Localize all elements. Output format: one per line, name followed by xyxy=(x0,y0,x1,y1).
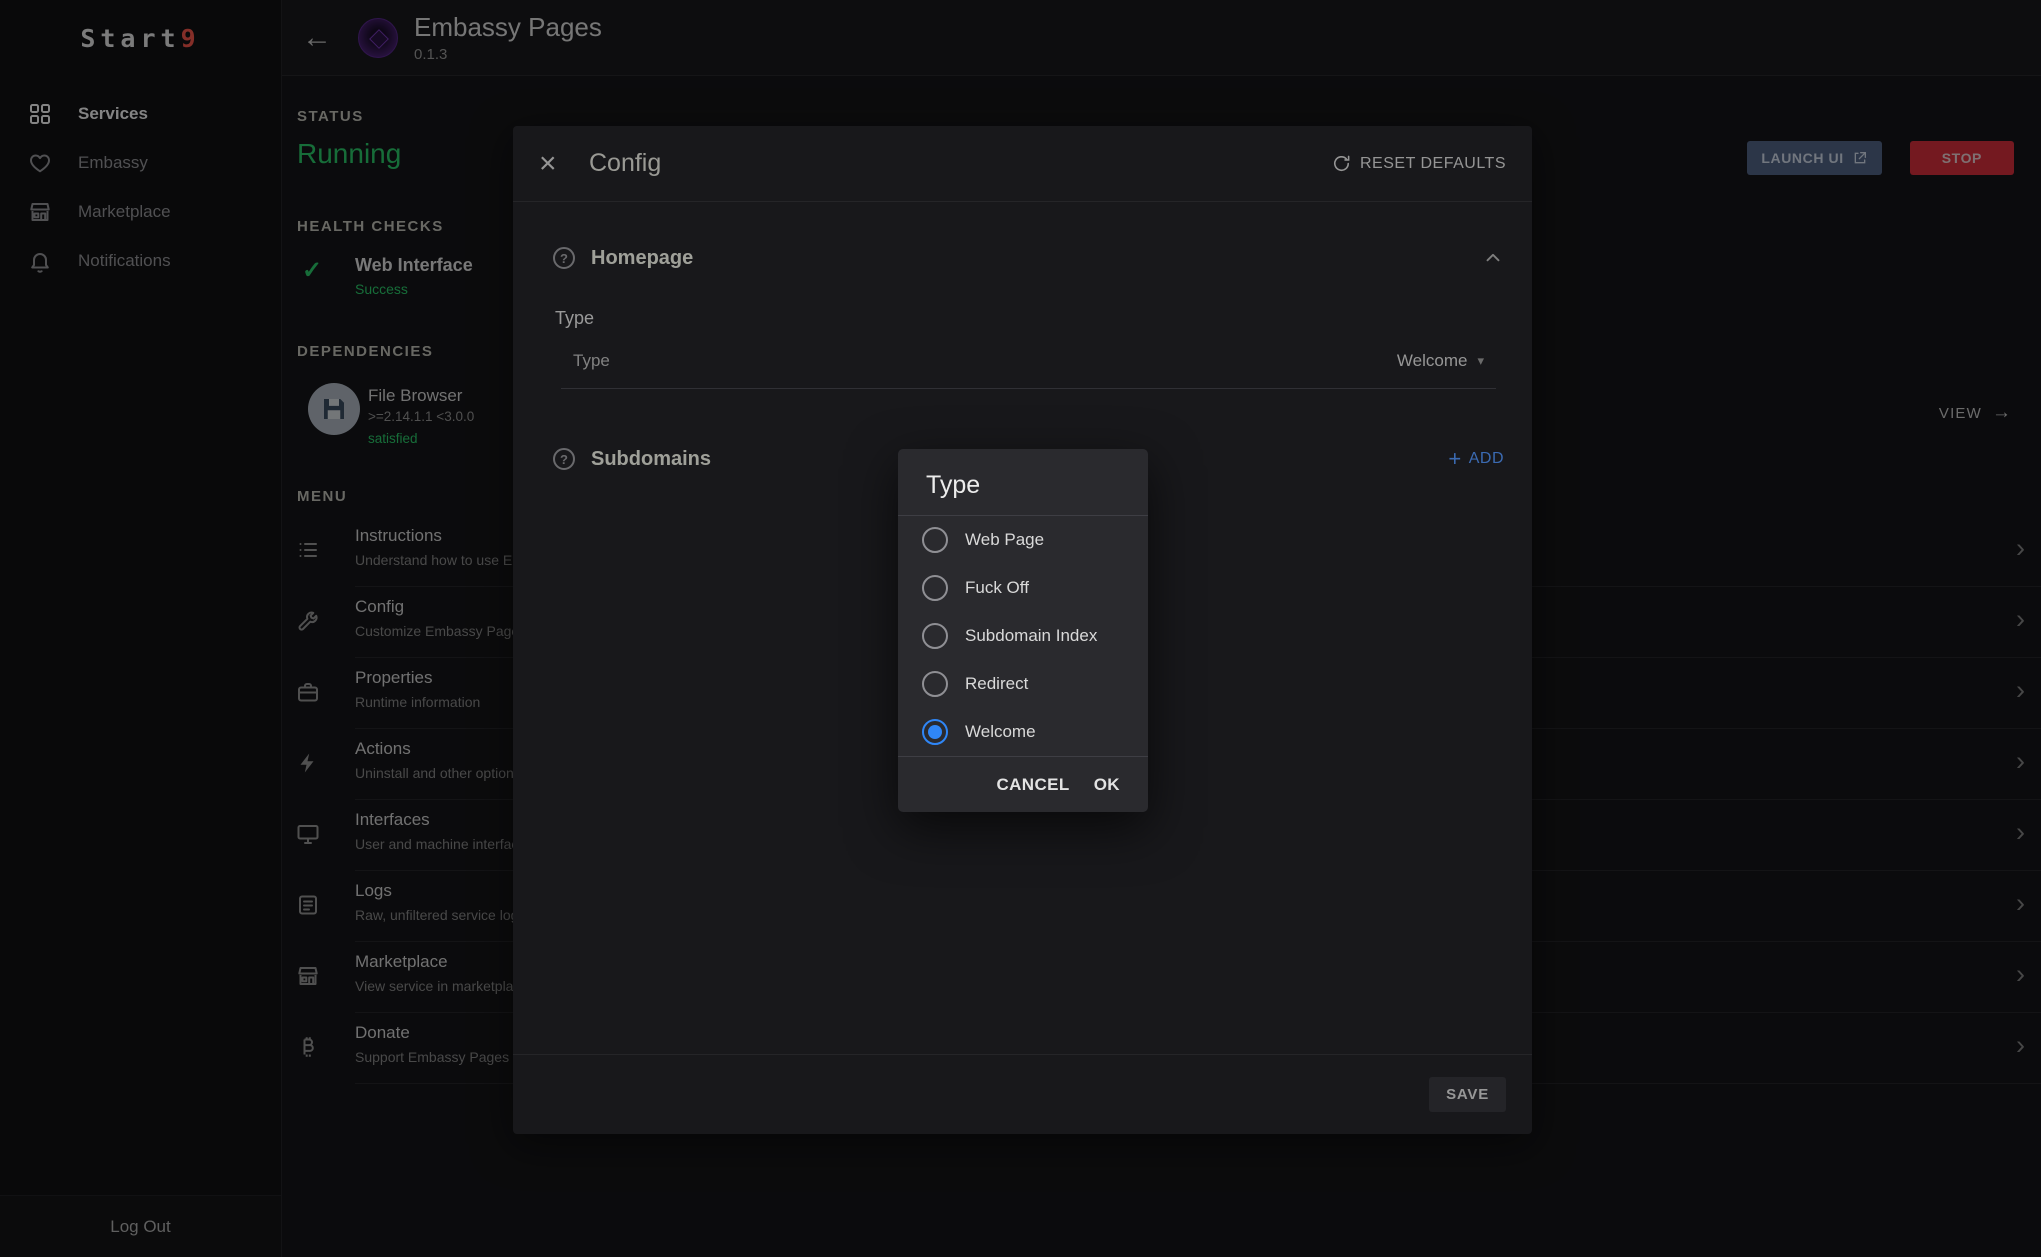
radio-icon xyxy=(922,527,948,553)
radio-icon xyxy=(922,671,948,697)
type-select-dialog: Type Web Page Fuck Off Subdomain Index R… xyxy=(898,449,1148,812)
radio-option-label: Redirect xyxy=(965,674,1028,694)
radio-option-fuck-off[interactable]: Fuck Off xyxy=(898,564,1148,612)
radio-option-redirect[interactable]: Redirect xyxy=(898,660,1148,708)
radio-icon xyxy=(922,623,948,649)
cancel-button[interactable]: CANCEL xyxy=(984,767,1081,803)
radio-icon xyxy=(922,575,948,601)
radio-selected-icon xyxy=(922,719,948,745)
type-dialog-buttons: CANCEL OK xyxy=(898,757,1148,812)
type-option-list: Web Page Fuck Off Subdomain Index Redire… xyxy=(898,515,1148,757)
radio-option-label: Fuck Off xyxy=(965,578,1029,598)
radio-option-web-page[interactable]: Web Page xyxy=(898,516,1148,564)
radio-option-label: Welcome xyxy=(965,722,1036,742)
radio-option-label: Subdomain Index xyxy=(965,626,1097,646)
radio-option-welcome[interactable]: Welcome xyxy=(898,708,1148,756)
embassy-os-screen: Start9 Services Embassy Marketplace Noti… xyxy=(0,0,2041,1257)
radio-option-label: Web Page xyxy=(965,530,1044,550)
type-dialog-title: Type xyxy=(898,449,1148,515)
radio-option-subdomain-index[interactable]: Subdomain Index xyxy=(898,612,1148,660)
ok-button[interactable]: OK xyxy=(1082,767,1132,803)
